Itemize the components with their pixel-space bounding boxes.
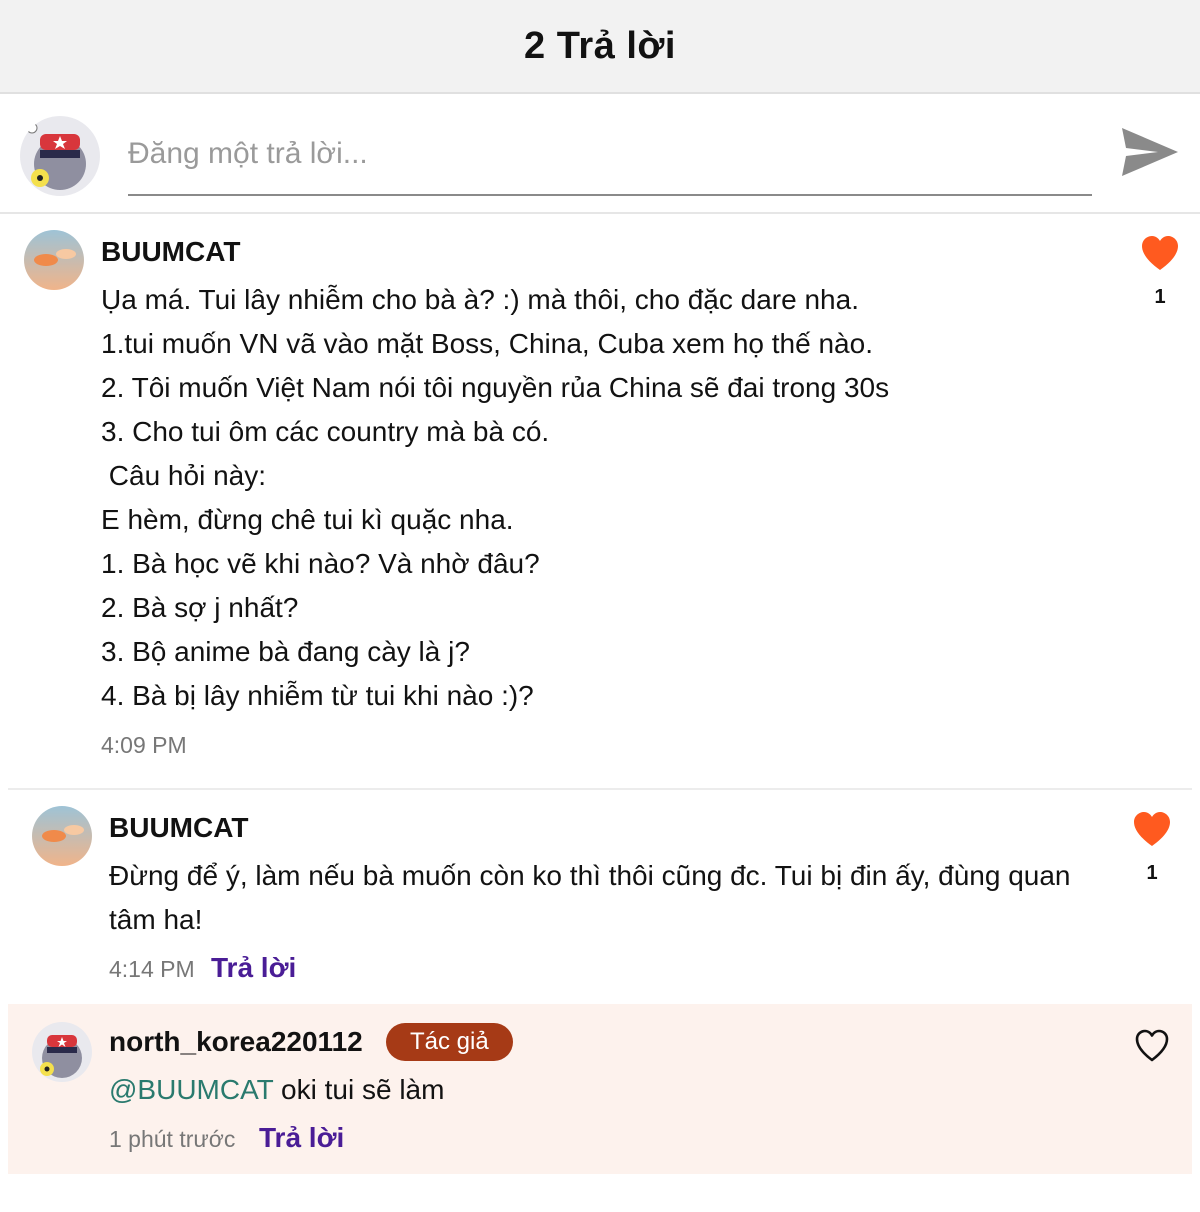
- comment-username[interactable]: BUUMCAT: [109, 812, 248, 844]
- comment-line: Câu hỏi này:: [101, 460, 266, 491]
- comment-timestamp: 1 phút trước: [109, 1126, 236, 1152]
- like-count: 1: [1146, 862, 1158, 884]
- comment-line: 1.tui muốn VN vã vào mặt Boss, China, Cu…: [101, 328, 873, 359]
- like-count: 1: [1154, 286, 1166, 308]
- heart-icon[interactable]: [1132, 810, 1172, 850]
- comment-username[interactable]: BUUMCAT: [101, 236, 240, 268]
- commenter-avatar[interactable]: [32, 806, 92, 866]
- reply-button[interactable]: Trả lời: [211, 952, 296, 984]
- heart-icon[interactable]: [1140, 234, 1180, 274]
- current-user-avatar[interactable]: [20, 116, 100, 196]
- comment-body: Đừng để ý, làm nếu bà muốn còn ko thì th…: [109, 854, 1119, 942]
- commenter-avatar[interactable]: [32, 1022, 92, 1082]
- reply-button[interactable]: Trả lời: [259, 1122, 344, 1154]
- send-icon[interactable]: [1118, 122, 1182, 186]
- comment-line: 3. Cho tui ôm các country mà bà có.: [101, 416, 550, 447]
- reply-composer: [0, 94, 1200, 214]
- page-title: 2 Trả lời: [524, 24, 676, 67]
- comment-line: 1. Bà học vẽ khi nào? Và nhờ đâu?: [101, 548, 540, 579]
- comment-line: Ụa má. Tui lây nhiễm cho bà à? :) mà thô…: [101, 284, 859, 315]
- heart-outline-icon[interactable]: [1132, 1026, 1172, 1066]
- reply-input[interactable]: [128, 114, 1092, 196]
- mention-link[interactable]: @BUUMCAT: [109, 1074, 273, 1105]
- comment-body: Ụa má. Tui lây nhiễm cho bà à? :) mà thô…: [101, 278, 1121, 718]
- comment-line: 2. Tôi muốn Việt Nam nói tôi nguyền rủa …: [101, 372, 890, 403]
- comment-timestamp: 4:09 PM: [101, 732, 187, 758]
- comment-text: oki tui sẽ làm: [273, 1074, 445, 1105]
- comment-body: @BUUMCAT oki tui sẽ làm: [109, 1068, 1109, 1112]
- comment-line: 4. Bà bị lây nhiễm từ tui khi nào :)?: [101, 680, 534, 711]
- comment-line: tâm ha!: [109, 904, 203, 935]
- comment-line: E hèm, đừng chê tui kì quặc nha.: [101, 504, 514, 535]
- header-bar: 2 Trả lời: [0, 0, 1200, 94]
- comment-line: 3. Bộ anime bà đang cày là j?: [101, 636, 470, 667]
- comment-item: BUUMCAT Đừng để ý, làm nếu bà muốn còn k…: [8, 788, 1192, 1002]
- author-badge: Tác giả: [386, 1023, 513, 1061]
- comment-timestamp: 4:14 PM: [109, 956, 195, 982]
- comment-line: Đừng để ý, làm nếu bà muốn còn ko thì th…: [109, 860, 1071, 891]
- comment-line: 2. Bà sợ j nhất?: [101, 592, 299, 623]
- comment-item: BUUMCAT Ụa má. Tui lây nhiễm cho bà à? :…: [0, 216, 1200, 786]
- comment-username[interactable]: north_korea220112: [109, 1026, 363, 1058]
- commenter-avatar[interactable]: [24, 230, 84, 290]
- comment-item-highlighted: north_korea220112 Tác giả @BUUMCAT oki t…: [8, 1004, 1192, 1174]
